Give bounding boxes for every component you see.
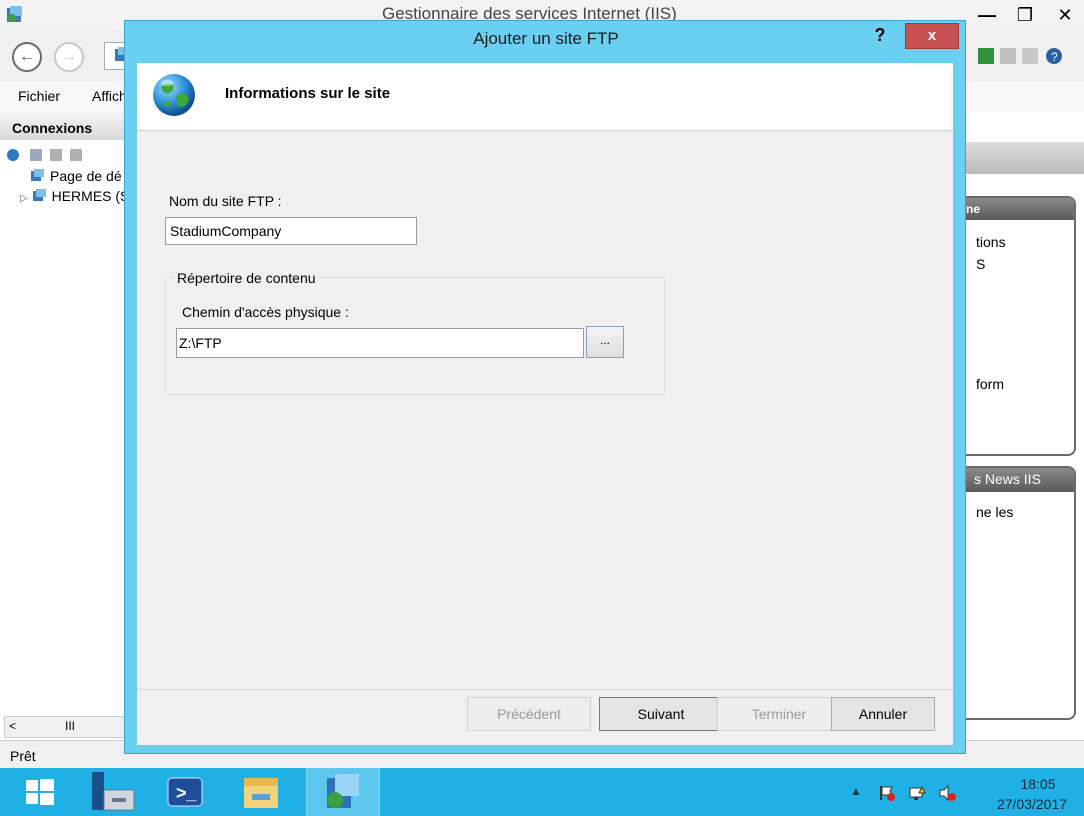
minimize-icon[interactable]: — [968,0,1006,30]
svg-text:?: ? [1051,50,1058,64]
connections-panel: Connexions Page de dé ▷ HERMES (S < III [0,112,136,740]
taskbar: >_ ▲ 18:05 27/03/2017 [0,768,1084,816]
file-explorer-icon[interactable] [226,768,294,816]
iis-manager-icon[interactable] [306,768,380,816]
network-icon[interactable] [908,784,926,802]
content-directory-group: Répertoire de contenu Chemin d'accès phy… [165,270,665,395]
start-page-icon [30,169,46,183]
previous-button[interactable]: Précédent [467,697,591,731]
flag-icon[interactable] [878,784,896,802]
menu-view[interactable]: Affich [92,88,127,104]
physical-path-label: Chemin d'accès physique : [182,304,349,320]
news-panel-header: s News IIS [962,468,1074,492]
actions-panel-line[interactable]: S [976,256,985,272]
expand-arrow-icon[interactable]: ▷ [20,193,28,204]
dialog-header: Informations sur le site [137,63,953,131]
back-arrow-icon[interactable]: ← [12,42,42,72]
dialog-heading: Informations sur le site [225,85,391,102]
toolbar-icons[interactable]: ? [970,42,1084,70]
maximize-icon[interactable]: ❐ [1006,0,1044,30]
browse-button[interactable]: ... [586,326,624,358]
help-button[interactable]: ? [859,23,901,47]
tree-item-label: HERMES (S [51,188,130,204]
scroll-left-icon[interactable]: < [9,719,16,733]
close-icon[interactable]: ✕ [1046,0,1084,30]
add-ftp-site-dialog: Ajouter un site FTP ? x Informations sur… [124,20,966,754]
physical-path-input[interactable] [176,328,584,358]
dialog-title: Ajouter un site FTP [473,29,619,48]
show-hidden-icons-icon[interactable]: ▲ [850,784,862,798]
actions-panel-line[interactable]: tions [976,234,1006,250]
server-icon [32,189,48,203]
status-text: Prêt [10,748,36,764]
cancel-button[interactable]: Annuler [831,697,935,731]
news-panel: s News IIS ne les [962,466,1076,720]
tree-item-label: Page de dé [50,168,122,184]
connections-toolbar[interactable] [6,146,132,164]
tree-item-server[interactable]: ▷ HERMES (S [20,188,129,204]
site-name-label: Nom du site FTP : [169,193,282,209]
server-manager-icon[interactable] [78,768,146,816]
forward-arrow-icon[interactable]: → [54,42,84,72]
actions-panel-line[interactable]: form [976,376,1004,392]
finish-button[interactable]: Terminer [717,697,841,731]
menu-file[interactable]: Fichier [18,88,60,104]
tree-item-start-page[interactable]: Page de dé [30,168,122,184]
news-panel-line[interactable]: ne les [976,504,1013,520]
powershell-icon[interactable]: >_ [150,768,218,816]
site-name-input[interactable] [165,217,417,245]
windows-start-icon[interactable] [6,768,74,816]
scroll-thumb[interactable]: III [65,719,75,733]
svg-text:>_: >_ [176,783,198,803]
content-directory-label: Répertoire de contenu [174,270,319,286]
volume-icon[interactable] [938,784,956,802]
actions-panel-header: ne [962,198,1074,220]
connections-header: Connexions [0,112,136,140]
footer-divider [137,689,953,690]
globe-icon [149,69,199,119]
clock-time[interactable]: 18:05 [1008,776,1068,792]
clock-date[interactable]: 27/03/2017 [986,796,1078,812]
dialog-client-area: Informations sur le site Nom du site FTP… [137,63,953,745]
iis-app-icon [4,4,26,26]
horizontal-scrollbar[interactable]: < III [4,716,132,738]
actions-panel: ne tions S form [962,196,1076,456]
actions-strip [962,142,1084,174]
next-button[interactable]: Suivant [599,697,723,731]
close-button[interactable]: x [905,23,959,49]
